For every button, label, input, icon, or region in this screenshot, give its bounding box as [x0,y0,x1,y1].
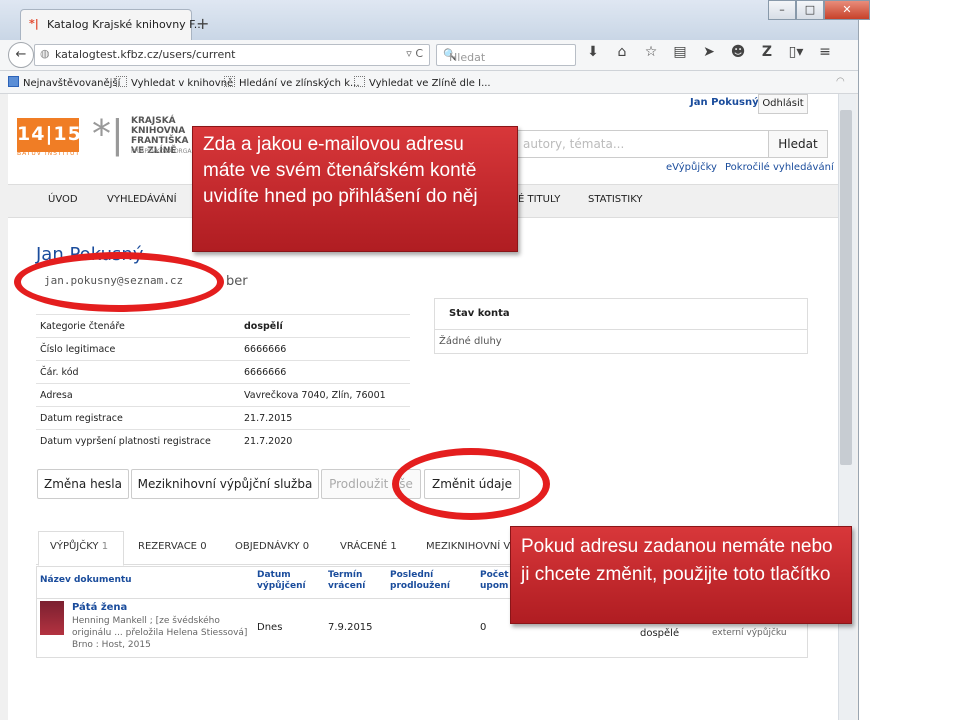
info-label: Datum vypršení platnosti registrace [36,429,240,452]
rss-icon[interactable]: ◠ [836,76,845,87]
logged-user-name[interactable]: Jan Pokusný [690,97,759,108]
table-row: Čár. kód 6666666 [36,360,410,384]
new-tab-icon[interactable]: + [196,14,209,33]
reload-icon[interactable]: ▿ C [406,47,423,60]
minimize-icon[interactable]: – [768,0,796,20]
scrollbar-thumb[interactable] [840,110,852,465]
search-placeholder: 🔍 Hledat [443,48,486,64]
return-date: 7.9.2015 [328,622,373,633]
info-label: Adresa [36,383,240,407]
info-value: 6666666 [240,360,410,384]
category-cell: dospělé [640,628,680,639]
page-icon[interactable]: ▯▾ [785,44,807,64]
info-label: Čár. kód [36,360,240,384]
bookmark-item[interactable]: Vyhledat v knihovně [116,76,233,89]
col-header-loan-date[interactable]: Datum výpůjčení [257,570,317,592]
catalog-search-input[interactable]: autory, témata... [516,130,769,158]
external-loan-note: externí výpůjčku [712,628,787,638]
table-row: Datum registrace 21.7.2015 [36,406,410,430]
menu-item-vyhledavani[interactable]: VYHLEDÁVÁNÍ [107,194,177,205]
menu-item-tituly[interactable]: É TITULY [518,194,560,205]
close-icon[interactable]: ✕ [824,0,870,20]
ill-service-button[interactable]: Meziknihovní výpůjční služba [131,469,319,499]
library-logo-icon: *| [92,112,124,156]
col-header-last-extension[interactable]: Poslední prodloužení [390,570,470,592]
table-row: Kategorie čtenáře dospělí [36,314,410,338]
info-label: Číslo legitimace [36,337,240,361]
smiley-icon[interactable]: ☻ [727,44,749,64]
favicon-icon: *| [29,17,39,30]
search-button[interactable]: Hledat [768,130,828,158]
highlight-email-ellipse [14,252,224,312]
send-icon[interactable]: ➤ [698,44,720,64]
logout-button[interactable]: Odhlásit [758,94,808,114]
bookmark-item[interactable]: Nejnavštěvovanější [8,76,120,89]
annotation-callout-top: Zda a jakou e-mailovou adresu máte ve sv… [192,126,518,252]
change-password-button[interactable]: Změna hesla [37,469,129,499]
globe-icon: ◍ [40,47,50,60]
tab-vracene[interactable]: VRÁCENÉ 1 [340,541,397,552]
info-label: Kategorie čtenáře [36,314,240,338]
logo-subtitle: BAŤŮV INSTITUT [17,150,81,157]
table-row: Adresa Vavrečkova 7040, Zlín, 76001 [36,383,410,407]
info-value: 21.7.2015 [240,406,410,430]
url-text: katalogtest.kfbz.cz/users/current [55,48,236,61]
table-row: Číslo legitimace 6666666 [36,337,410,361]
reader-info-table: Kategorie čtenáře dospělí Číslo legitimac… [36,314,410,452]
reminder-count: 0 [480,622,487,633]
annotation-callout-bottom: Pokud adresu zadanou nemáte nebo ji chce… [510,526,852,624]
info-value: dospělí [240,314,410,338]
back-arrow-icon[interactable]: ← [8,42,34,68]
star-icon[interactable]: ☆ [640,44,662,64]
col-header-return-date[interactable]: Termín vrácení [328,570,378,592]
info-label: Datum registrace [36,406,240,430]
browser-search-input[interactable]: 🔍 Hledat [436,44,576,66]
clipboard-icon[interactable]: ▤ [669,44,691,64]
table-row: Datum vypršení platnosti registrace 21.7.… [36,429,410,452]
bookmark-item[interactable]: Hledání ve zlínských k... [224,76,360,89]
highlight-button-ellipse [392,448,550,520]
tab-rezervace[interactable]: REZERVACE 0 [138,541,207,552]
evypujcky-link[interactable]: eVýpůjčky [666,162,717,173]
loan-date: Dnes [257,622,283,633]
window-controls: – □ ✕ [768,0,870,20]
tab-vypujcky[interactable]: VÝPŮJČKY 1 [50,541,108,552]
menu-item-uvod[interactable]: ÚVOD [48,194,78,205]
bookmark-item[interactable]: Vyhledat ve Zlíně dle I... [354,76,491,89]
tab-objednavky[interactable]: OBJEDNÁVKY 0 [235,541,309,552]
account-status-panel: Stav konta Žádné dluhy [434,298,808,354]
bookmarks-bar: Nejnavštěvovanější Vyhledat v knihovně H… [0,71,858,94]
book-author: Henning Mankell ; [ze švédského originál… [72,616,248,650]
account-status-value: Žádné dluhy [439,336,502,347]
tab-title: Katalog Krajské knihovny F... [47,18,205,31]
col-header-title[interactable]: Název dokumentu [40,575,132,586]
home-icon[interactable]: ⌂ [611,44,633,64]
logo-1415[interactable]: 14|15 [17,118,81,152]
account-status-title: Stav konta [449,308,510,319]
info-value: 21.7.2020 [240,429,410,452]
z-icon[interactable]: Z [756,44,778,64]
maximize-icon[interactable]: □ [796,0,824,20]
menu-icon[interactable]: ≡ [814,44,836,64]
book-cover-image[interactable] [40,601,64,635]
url-bar[interactable]: ◍ katalogtest.kfbz.cz/users/current ▿ C [34,44,430,66]
toolbar-icons: ⬇ ⌂ ☆ ▤ ➤ ☻ Z ▯▾ ≡ [582,44,836,64]
tab-meziknihovni[interactable]: MEZIKNIHOVNÍ V [426,541,510,552]
menu-item-statistiky[interactable]: STATISTIKY [588,194,643,205]
advanced-search-link[interactable]: Pokročilé vyhledávání [725,162,834,173]
info-value: Vavrečkova 7040, Zlín, 76001 [240,383,410,407]
info-value: 6666666 [240,337,410,361]
browser-tab[interactable]: *| Katalog Krajské knihovny F... [20,9,204,41]
profile-email-suffix: ber [226,274,248,289]
book-title-link[interactable]: Pátá žena [72,602,127,613]
download-icon[interactable]: ⬇ [582,44,604,64]
